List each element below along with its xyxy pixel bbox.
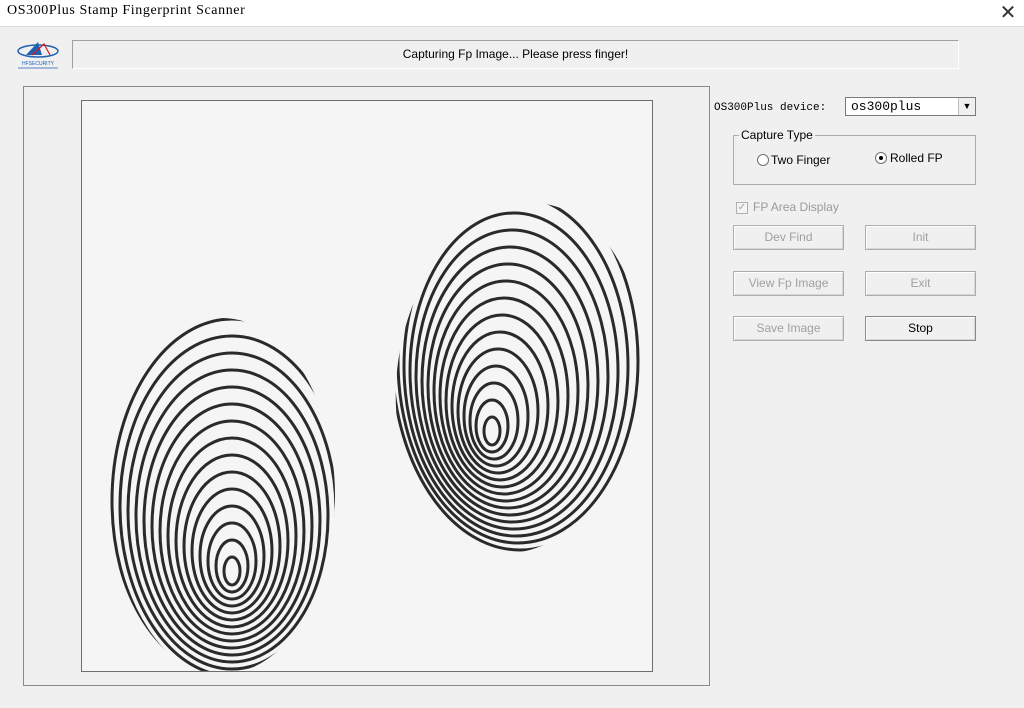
save-image-button[interactable]: Save Image bbox=[733, 316, 844, 341]
radio-rolled-fp[interactable] bbox=[875, 152, 887, 164]
stop-button[interactable]: Stop bbox=[865, 316, 976, 341]
exit-button[interactable]: Exit bbox=[865, 271, 976, 296]
radio-two-finger-label[interactable]: Two Finger bbox=[771, 153, 830, 167]
status-bar: Capturing Fp Image... Please press finge… bbox=[72, 40, 959, 69]
capture-type-legend: Capture Type bbox=[739, 128, 815, 142]
fp-area-display-checkbox[interactable]: ✓ bbox=[736, 202, 748, 214]
fingerprint-image bbox=[81, 100, 653, 672]
chevron-down-icon[interactable]: ▼ bbox=[958, 98, 975, 115]
logo-text: HFSECURITY bbox=[22, 61, 55, 67]
view-fp-image-button[interactable]: View Fp Image bbox=[733, 271, 844, 296]
close-icon[interactable]: ✕ bbox=[997, 3, 1019, 23]
init-button[interactable]: Init bbox=[865, 225, 976, 250]
company-logo: HFSECURITY bbox=[12, 40, 64, 70]
device-label: OS300Plus device: bbox=[714, 102, 827, 114]
device-select[interactable]: os300plus ▼ bbox=[845, 97, 976, 116]
status-message: Capturing Fp Image... Please press finge… bbox=[402, 47, 629, 61]
window-title: OS300Plus Stamp Fingerprint Scanner bbox=[7, 3, 246, 18]
fp-area-display-label: FP Area Display bbox=[753, 200, 839, 214]
device-select-value: os300plus bbox=[851, 99, 922, 114]
radio-rolled-fp-label[interactable]: Rolled FP bbox=[890, 151, 943, 165]
radio-two-finger[interactable] bbox=[757, 154, 769, 166]
dev-find-button[interactable]: Dev Find bbox=[733, 225, 844, 250]
